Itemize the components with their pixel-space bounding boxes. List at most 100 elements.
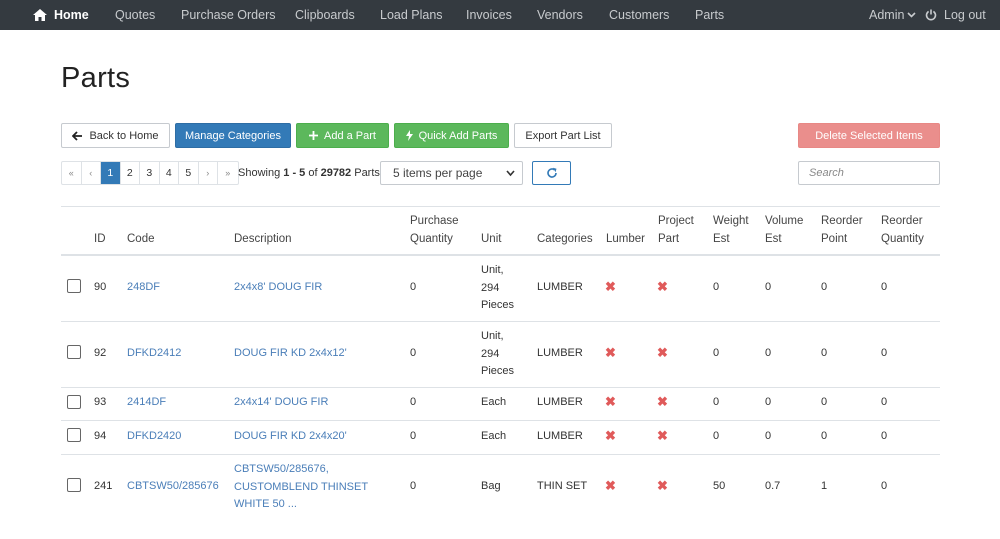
cell-code-link[interactable]: 2414DF (127, 394, 166, 412)
cell-code-link[interactable]: CBTSW50/285676 (127, 478, 219, 496)
cell-description-line: WHITE 50 ... (234, 498, 297, 510)
cell-description-line: CBTSW50/285676, (234, 463, 329, 475)
cell-weight-est: 0 (713, 347, 720, 359)
cell-unit: Each (481, 396, 507, 408)
cell-weight-est: 0 (713, 396, 720, 408)
row-divider (61, 420, 940, 421)
back-to-home-label: Back to Home (89, 129, 159, 142)
cell-description-link[interactable]: 2x4x14' DOUG FIR (234, 394, 328, 412)
nav-home[interactable]: Home (33, 0, 89, 30)
quick-add-parts-button[interactable]: Quick Add Parts (394, 123, 509, 148)
cell-id: 92 (94, 347, 107, 359)
chevron-down-icon (506, 170, 515, 177)
cell-description-link[interactable]: DOUG FIR KD 2x4x20' (234, 428, 347, 446)
pagination-page-4[interactable]: 4 (160, 162, 179, 184)
cell-unit: Each (481, 430, 507, 442)
cell-reorder-quantity: 0 (881, 480, 888, 492)
cell-description-link[interactable]: DOUG FIR KD 2x4x12' (234, 345, 347, 363)
nav-admin-dropdown[interactable]: Admin (869, 0, 917, 30)
delete-selected-items-button[interactable]: Delete Selected Items (798, 123, 940, 148)
cell-reorder-quantity: 0 (881, 347, 888, 359)
home-icon (33, 9, 47, 21)
nav-invoices[interactable]: Invoices (466, 0, 512, 30)
cell-unit: Bag (481, 480, 501, 492)
project-part-false-icon: ✖ (657, 345, 668, 360)
chevron-down-icon (907, 12, 917, 18)
header-volume-est-line1: Volume (765, 215, 804, 227)
cell-code-link[interactable]: DFKD2412 (127, 345, 181, 363)
showing-range: 1 - 5 (283, 167, 306, 179)
arrow-left-icon (72, 130, 83, 141)
header-project-part-line1: Project (658, 215, 694, 227)
nav-quotes[interactable]: Quotes (115, 0, 155, 30)
cell-unit-line: Unit, (481, 264, 504, 276)
nav-clipboards[interactable]: Clipboards (295, 0, 355, 30)
lumber-false-icon: ✖ (605, 428, 616, 443)
cell-reorder-quantity: 0 (881, 396, 888, 408)
header-lumber: Lumber (606, 233, 645, 245)
pagination-first[interactable]: « (62, 162, 82, 184)
cell-volume-est: 0.7 (765, 480, 781, 492)
header-weight-est-line2: Est (713, 233, 730, 245)
items-per-page-select[interactable]: 5 items per page (380, 161, 523, 185)
cell-code-link[interactable]: DFKD2420 (127, 428, 181, 446)
pagination-page-1[interactable]: 1 (101, 162, 121, 184)
project-part-false-icon: ✖ (657, 279, 668, 294)
header-volume-est: Volume Est (765, 212, 803, 248)
header-description: Description (234, 233, 292, 245)
pagination-page-2[interactable]: 2 (121, 162, 140, 184)
items-per-page-value: 5 items per page (393, 166, 483, 180)
pagination-last[interactable]: » (218, 162, 238, 184)
showing-of: of (305, 167, 321, 179)
refresh-button[interactable] (532, 161, 571, 185)
export-part-list-button[interactable]: Export Part List (514, 123, 612, 148)
row-checkbox[interactable] (67, 478, 81, 492)
row-checkbox[interactable] (67, 279, 81, 293)
pagination-page-3[interactable]: 3 (140, 162, 160, 184)
nav-logout[interactable]: Log out (925, 0, 986, 30)
pagination: « ‹ 1 2 3 4 5 › » (61, 161, 239, 185)
quick-add-parts-label: Quick Add Parts (418, 129, 498, 142)
cell-code-link[interactable]: 248DF (127, 279, 160, 297)
cell-categories: LUMBER (537, 396, 583, 408)
cell-categories: THIN SET (537, 480, 588, 492)
header-reorder-point: Reorder Point (821, 212, 863, 248)
cell-reorder-point: 0 (821, 430, 828, 442)
header-purchase-quantity-line1: Purchase (410, 215, 459, 227)
back-to-home-button[interactable]: Back to Home (61, 123, 170, 148)
header-weight-est: Weight Est (713, 212, 749, 248)
row-checkbox[interactable] (67, 395, 81, 409)
header-project-part: Project Part (658, 212, 694, 248)
cell-description-link[interactable]: 2x4x8' DOUG FIR (234, 279, 322, 297)
bolt-icon (405, 130, 413, 141)
row-checkbox[interactable] (67, 428, 81, 442)
cell-categories: LUMBER (537, 430, 583, 442)
nav-purchase-orders[interactable]: Purchase Orders (181, 0, 275, 30)
nav-parts[interactable]: Parts (695, 0, 724, 30)
cell-id: 93 (94, 396, 107, 408)
lumber-false-icon: ✖ (605, 394, 616, 409)
pagination-page-5[interactable]: 5 (179, 162, 199, 184)
cell-purchase-quantity: 0 (410, 347, 417, 359)
row-divider (61, 321, 940, 322)
cell-volume-est: 0 (765, 347, 772, 359)
manage-categories-button[interactable]: Manage Categories (175, 123, 291, 148)
search-input[interactable] (798, 161, 940, 185)
nav-customers[interactable]: Customers (609, 0, 669, 30)
header-code: Code (127, 233, 155, 245)
add-part-label: Add a Part (324, 129, 376, 142)
nav-load-plans[interactable]: Load Plans (380, 0, 443, 30)
row-checkbox[interactable] (67, 345, 81, 359)
pagination-prev[interactable]: ‹ (82, 162, 101, 184)
header-reorder-quantity-line1: Reorder (881, 215, 923, 227)
cell-reorder-point: 0 (821, 396, 828, 408)
cell-id: 241 (94, 480, 113, 492)
cell-volume-est: 0 (765, 281, 772, 293)
cell-description-link[interactable]: CBTSW50/285676, CUSTOMBLEND THINSET WHIT… (234, 461, 368, 514)
pagination-next[interactable]: › (199, 162, 218, 184)
cell-unit-line: Pieces (481, 365, 515, 377)
add-part-button[interactable]: Add a Part (296, 123, 389, 148)
nav-vendors[interactable]: Vendors (537, 0, 583, 30)
header-volume-est-line2: Est (765, 233, 782, 245)
cell-unit-line: Pieces (481, 299, 515, 311)
